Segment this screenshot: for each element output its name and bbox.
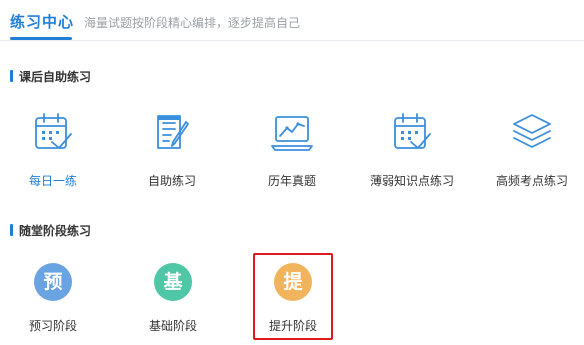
header-bar: 练习中心 海量试题按阶段精心编排，逐步提高自己 bbox=[0, 0, 584, 41]
tool-past-exams[interactable]: 历年真题 bbox=[244, 110, 340, 190]
stage-circle-icon: 基 bbox=[154, 263, 192, 301]
laptop-chart-icon bbox=[271, 116, 313, 151]
calendar-check-icon bbox=[35, 113, 72, 149]
tool-weak-points-practice[interactable]: 薄弱知识点练习 bbox=[364, 110, 460, 190]
calendar-check-icon bbox=[394, 113, 431, 149]
stage-label: 基础阶段 bbox=[148, 319, 197, 333]
practice-center-page: 练习中心 海量试题按阶段精心编排，逐步提高自己 课后自助练习 每日一练 自助练习… bbox=[0, 0, 584, 345]
tool-label: 高频考点练习 bbox=[495, 174, 568, 188]
tool-self-practice[interactable]: 自助练习 bbox=[124, 110, 220, 190]
stage-circle-icon: 提 bbox=[274, 263, 312, 301]
tool-label: 每日一练 bbox=[28, 174, 77, 188]
stage-advanced[interactable]: 提 提升阶段 bbox=[253, 253, 333, 340]
header-subtitle: 海量试题按阶段精心编排，逐步提高自己 bbox=[84, 16, 301, 30]
stage-basic[interactable]: 基 基础阶段 bbox=[133, 260, 213, 340]
tool-label: 薄弱知识点练习 bbox=[369, 174, 454, 188]
stage-label: 提升阶段 bbox=[268, 319, 317, 333]
tool-label: 历年真题 bbox=[267, 174, 316, 188]
layers-icon bbox=[513, 114, 551, 148]
stage-preview[interactable]: 预 预习阶段 bbox=[13, 260, 93, 340]
tool-label: 自助练习 bbox=[147, 174, 196, 188]
section-title-self-practice: 课后自助练习 bbox=[10, 68, 91, 85]
section-title-stage-practice: 随堂阶段练习 bbox=[10, 222, 91, 239]
tool-high-frequency-practice[interactable]: 高频考点练习 bbox=[484, 110, 580, 190]
tab-practice-center[interactable]: 练习中心 bbox=[10, 11, 74, 32]
document-pen-icon bbox=[157, 115, 189, 149]
stage-label: 预习阶段 bbox=[28, 319, 77, 333]
tool-daily-practice[interactable]: 每日一练 bbox=[5, 110, 101, 190]
stage-circle-icon: 预 bbox=[34, 263, 72, 301]
active-tab-indicator bbox=[10, 37, 72, 40]
